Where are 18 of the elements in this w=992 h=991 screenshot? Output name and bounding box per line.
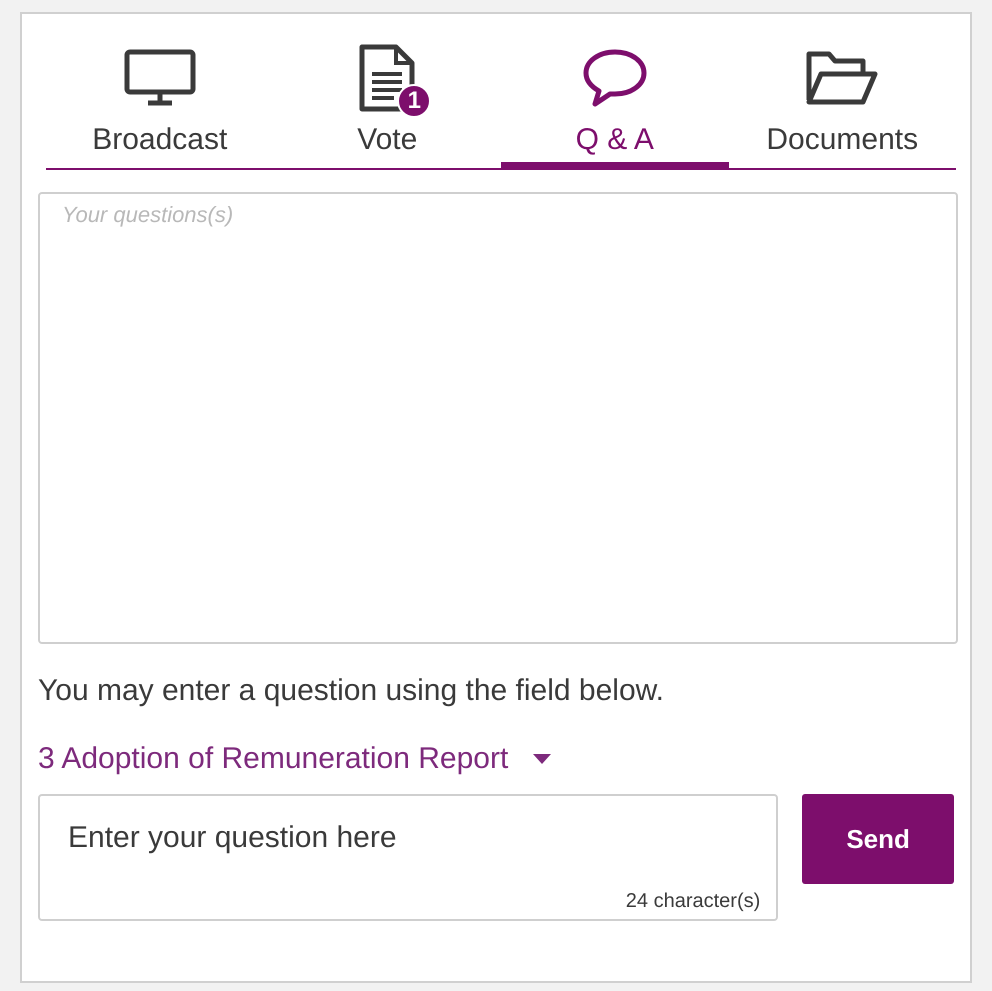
tab-label: Vote <box>357 122 418 158</box>
character-counter: 24 character(s) <box>626 890 760 913</box>
caret-icon <box>532 753 552 765</box>
folder-icon <box>806 50 878 106</box>
tab-label: Documents <box>766 122 918 158</box>
tab[interactable]: Documents <box>728 32 956 170</box>
speech-bubble-icon <box>582 48 648 108</box>
instruction-text: You may enter a question using the field below. <box>38 674 665 708</box>
questions-box[interactable]: Your questions(s) <box>38 192 958 644</box>
tab[interactable]: Q & A <box>501 32 728 170</box>
tab-label: Broadcast <box>92 122 228 158</box>
tab[interactable]: 1 Vote <box>274 32 501 170</box>
monitor-icon <box>124 49 196 107</box>
topic-dropdown[interactable]: 3 Adoption of Remuneration Report <box>38 742 552 776</box>
tab[interactable]: Broadcast <box>46 32 274 170</box>
count-badge: 1 <box>397 84 432 118</box>
tab-label: Q & A <box>576 122 654 158</box>
send-button[interactable]: Send <box>802 794 954 884</box>
